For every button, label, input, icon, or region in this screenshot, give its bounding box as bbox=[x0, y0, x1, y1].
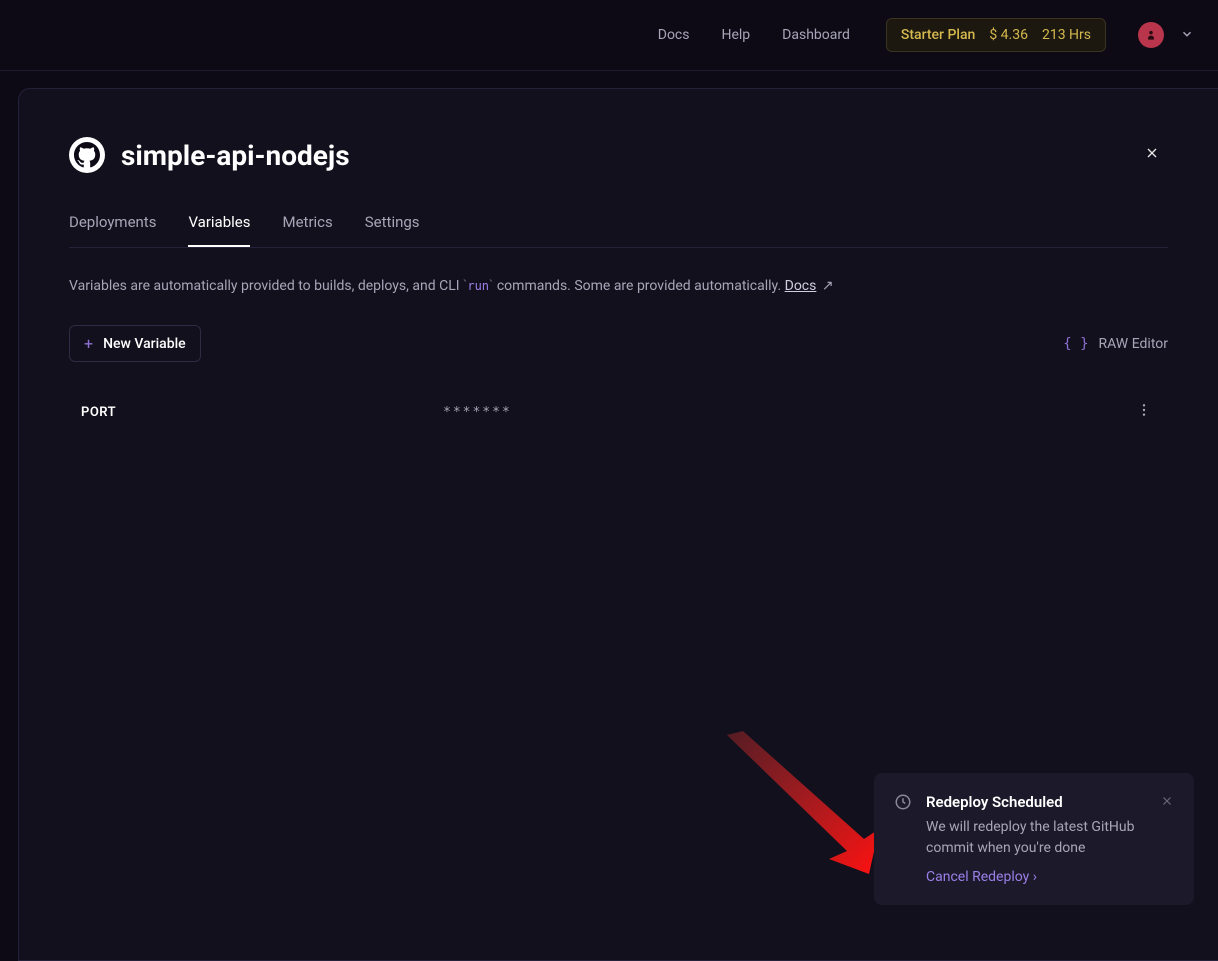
tabs: Deployments Variables Metrics Settings bbox=[69, 213, 1168, 248]
plan-cost: $ 4.36 bbox=[989, 27, 1028, 43]
braces-icon: { } bbox=[1063, 336, 1088, 352]
chevron-down-icon[interactable] bbox=[1180, 26, 1194, 45]
description-prefix: Variables are automatically provided to … bbox=[69, 278, 463, 294]
plus-icon: + bbox=[84, 334, 93, 353]
plan-badge[interactable]: Starter Plan $ 4.36 213 Hrs bbox=[886, 18, 1106, 52]
nav-dashboard[interactable]: Dashboard bbox=[782, 27, 850, 43]
plan-hours: 213 Hrs bbox=[1042, 27, 1091, 43]
nav-links: Docs Help Dashboard bbox=[658, 27, 850, 43]
toast-close-button[interactable] bbox=[1160, 793, 1174, 885]
clock-icon bbox=[894, 793, 912, 885]
tab-deployments[interactable]: Deployments bbox=[69, 213, 156, 247]
kebab-menu-icon[interactable] bbox=[1132, 398, 1156, 426]
close-button[interactable] bbox=[1136, 137, 1168, 173]
tab-variables[interactable]: Variables bbox=[188, 213, 250, 247]
toast-action[interactable]: Cancel Redeploy › bbox=[926, 869, 1037, 885]
topbar: Docs Help Dashboard Starter Plan $ 4.36 … bbox=[0, 0, 1218, 71]
toolbar: + New Variable { } RAW Editor bbox=[69, 325, 1168, 362]
nav-docs[interactable]: Docs bbox=[658, 27, 690, 43]
docs-link[interactable]: Docs bbox=[785, 278, 817, 294]
project-title: simple-api-nodejs bbox=[121, 139, 350, 172]
project-title-wrap: simple-api-nodejs bbox=[69, 137, 350, 173]
panel-header: simple-api-nodejs bbox=[69, 137, 1168, 173]
tab-settings[interactable]: Settings bbox=[365, 213, 420, 247]
nav-help[interactable]: Help bbox=[721, 27, 750, 43]
plan-name: Starter Plan bbox=[901, 27, 975, 43]
variable-value: ******* bbox=[443, 405, 1132, 420]
toast-title: Redeploy Scheduled bbox=[926, 793, 1146, 811]
annotation-arrow bbox=[719, 729, 899, 889]
description-suffix: commands. Some are provided automaticall… bbox=[493, 278, 784, 294]
toast-content: Redeploy Scheduled We will redeploy the … bbox=[926, 793, 1146, 885]
avatar[interactable] bbox=[1138, 22, 1164, 48]
new-variable-button[interactable]: + New Variable bbox=[69, 325, 201, 362]
description-code: run bbox=[467, 279, 489, 293]
tab-metrics[interactable]: Metrics bbox=[282, 213, 332, 247]
raw-editor-button[interactable]: { } RAW Editor bbox=[1063, 336, 1168, 352]
github-icon bbox=[69, 137, 105, 173]
raw-editor-label: RAW Editor bbox=[1099, 336, 1168, 352]
new-variable-label: New Variable bbox=[103, 336, 186, 352]
toast: Redeploy Scheduled We will redeploy the … bbox=[874, 773, 1194, 905]
variable-name: PORT bbox=[81, 405, 443, 420]
description: Variables are automatically provided to … bbox=[69, 276, 1168, 297]
toast-body: We will redeploy the latest GitHub commi… bbox=[926, 817, 1146, 859]
variable-row: PORT ******* bbox=[69, 398, 1168, 426]
external-link-icon: ↗ bbox=[818, 278, 833, 294]
